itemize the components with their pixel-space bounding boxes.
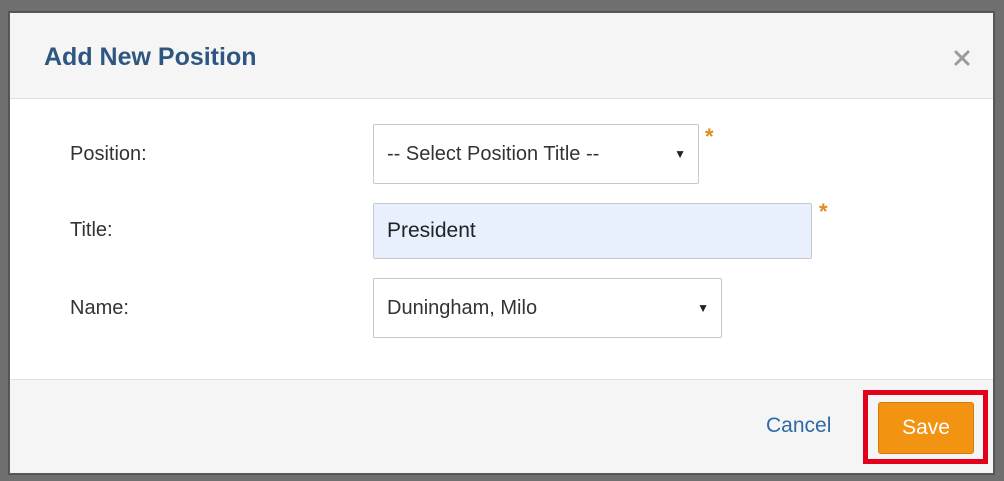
position-row: Position: -- Select Position Title -- ▼ …: [10, 124, 993, 184]
title-input[interactable]: [373, 203, 812, 259]
dialog-header: Add New Position: [10, 13, 993, 99]
position-label: Position:: [70, 143, 147, 165]
name-select-value: Duningham, Milo: [387, 296, 538, 319]
save-button[interactable]: Save: [878, 402, 974, 454]
name-select[interactable]: Duningham, Milo ▼: [373, 278, 722, 338]
title-row: Title: *: [10, 199, 993, 263]
title-label: Title:: [70, 219, 113, 241]
name-row: Name: Duningham, Milo ▼: [10, 278, 993, 338]
position-select[interactable]: -- Select Position Title -- ▼: [373, 124, 699, 184]
position-required-marker: *: [705, 124, 714, 149]
dialog-title: Add New Position: [44, 43, 257, 71]
cancel-button[interactable]: Cancel: [766, 414, 831, 438]
add-position-dialog: Add New Position Position: -- Select Pos…: [9, 12, 994, 474]
name-label: Name:: [70, 297, 129, 319]
position-select-value: -- Select Position Title --: [387, 142, 600, 165]
chevron-down-icon: ▼: [697, 301, 709, 315]
title-required-marker: *: [819, 199, 828, 224]
chevron-down-icon: ▼: [674, 147, 686, 161]
close-icon[interactable]: [953, 49, 971, 67]
dialog-footer: Cancel Save: [10, 379, 993, 473]
